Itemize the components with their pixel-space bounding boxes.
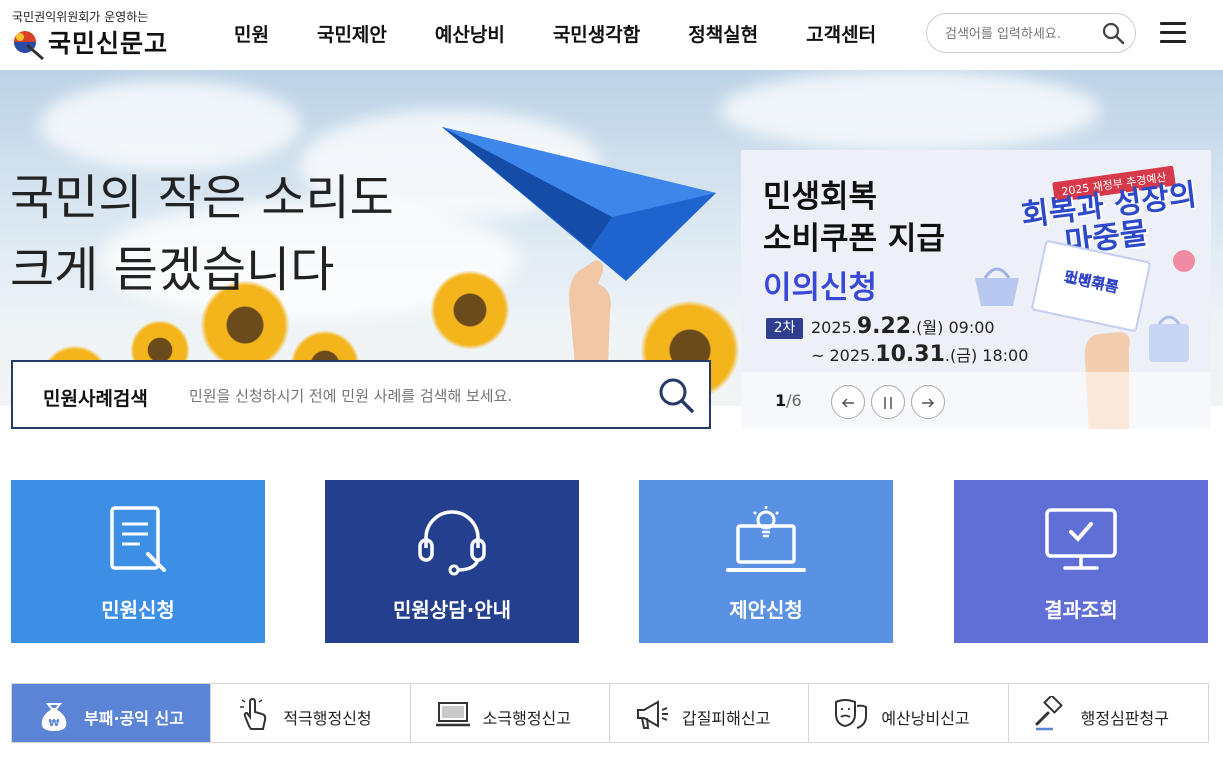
logo-subtitle: 국민권익위원회가 운영하는: [12, 10, 149, 24]
logo-emblem-icon: [14, 31, 44, 61]
nav-item-civil-complaint[interactable]: 민원: [234, 20, 269, 47]
case-search-icon[interactable]: [657, 376, 695, 414]
theater-masks-icon: [835, 699, 868, 729]
report-tabs: ₩ 부패·공익 신고 적극행정신청 소극행정신고 갑질피해신고 예산낭비신고 행…: [11, 683, 1209, 743]
report-tab-label: 갑질피해신고: [681, 709, 771, 728]
banner-start-date: 2025.9.22.(월) 09:00: [811, 314, 995, 339]
arrow-right-icon: [922, 398, 935, 408]
tile-label: 결과조회: [1044, 598, 1118, 622]
banner-pause-button[interactable]: [871, 385, 905, 419]
case-search-box: 민원사례검색: [11, 360, 711, 429]
tile-label: 민원상담·안내: [393, 598, 511, 622]
hamburger-menu-icon[interactable]: [1160, 22, 1186, 44]
laptop-lightbulb-icon: [726, 506, 806, 572]
gavel-icon: [1035, 696, 1063, 731]
case-search-input[interactable]: [189, 384, 629, 408]
round-badge: 2차: [766, 318, 803, 339]
banner-prev-button[interactable]: [831, 385, 865, 419]
site-logo[interactable]: 국민권익위원회가 운영하는 국민신문고: [10, 8, 170, 64]
search-icon[interactable]: [1101, 21, 1125, 45]
shopping-basket-icon: [975, 267, 1019, 306]
report-tab-label: 소극행정신고: [482, 709, 571, 728]
top-search-box: [926, 13, 1136, 53]
report-tab-budget-waste[interactable]: 예산낭비신고: [809, 684, 1009, 742]
nav-item-budget-waste[interactable]: 예산낭비: [435, 20, 505, 47]
pink-ball-icon: [1173, 250, 1195, 272]
report-tab-passive-admin[interactable]: 소극행정신고: [410, 684, 610, 742]
pause-icon: [884, 397, 892, 409]
monitor-check-icon: [1045, 508, 1117, 570]
svg-text:₩: ₩: [48, 718, 59, 729]
main-nav: 민원 국민제안 예산낭비 국민생각함 정책실현 고객센터: [234, 20, 924, 47]
document-edit-icon: [110, 506, 166, 572]
tile-proposal-application[interactable]: 제안신청: [639, 480, 893, 643]
top-search-input[interactable]: [945, 23, 1095, 45]
banner-title: 민생회복 소비쿠폰 지급: [763, 179, 945, 257]
logo-name: 국민신문고: [48, 29, 169, 58]
report-tab-label: 적극행정신청: [283, 709, 372, 728]
promo-banner[interactable]: 민생회복 소비쿠폰 지급 이의신청 2차 2025.9.22.(월) 09:00…: [741, 150, 1211, 429]
laptop-icon: [435, 702, 470, 727]
megaphone-icon: [636, 700, 668, 729]
banner-highlight: 이의신청: [763, 270, 878, 306]
tile-label: 민원신청: [101, 598, 175, 622]
report-tab-admin-appeal[interactable]: 행정심판청구: [1008, 684, 1208, 742]
tile-consultation-guide[interactable]: 민원상담·안내: [325, 480, 579, 643]
banner-end-date: ~ 2025.10.31.(금) 18:00: [811, 342, 1029, 367]
report-tab-label: 행정심판청구: [1080, 709, 1169, 728]
banner-next-button[interactable]: [911, 385, 945, 419]
report-tab-label: 예산낭비신고: [881, 709, 970, 728]
report-tab-power-abuse[interactable]: 갑질피해신고: [609, 684, 810, 742]
tile-result-lookup[interactable]: 결과조회: [954, 480, 1208, 643]
nav-item-proposal[interactable]: 국민제안: [317, 20, 387, 47]
tile-civil-application[interactable]: 민원신청: [11, 480, 265, 643]
arrow-left-icon: [841, 398, 854, 408]
report-tab-corruption[interactable]: ₩ 부패·공익 신고: [12, 684, 212, 742]
tile-label: 제안신청: [729, 598, 803, 622]
banner-pager: 1/6: [775, 391, 802, 410]
banner-controls: 1/6: [741, 372, 1211, 429]
report-tab-proactive-admin[interactable]: 적극행정신청: [211, 684, 411, 742]
case-search-label: 민원사례검색: [43, 388, 148, 410]
nav-item-public-opinion[interactable]: 국민생각함: [553, 20, 640, 47]
nav-item-customer-center[interactable]: 고객센터: [806, 20, 876, 47]
site-header: 국민권익위원회가 운영하는 국민신문고 민원 국민제안 예산낭비 국민생각함 정…: [0, 0, 1223, 70]
pointer-hand-icon: [240, 697, 267, 730]
report-tab-label: 부패·공익 신고: [84, 709, 184, 728]
headset-icon: [418, 510, 486, 576]
nav-item-policy[interactable]: 정책실현: [688, 20, 758, 47]
hero-title: 국민의 작은 소리도 크게 듣겠습니다: [10, 170, 394, 298]
money-bag-icon: ₩: [41, 703, 67, 731]
shopping-bag-icon: [1149, 315, 1189, 362]
